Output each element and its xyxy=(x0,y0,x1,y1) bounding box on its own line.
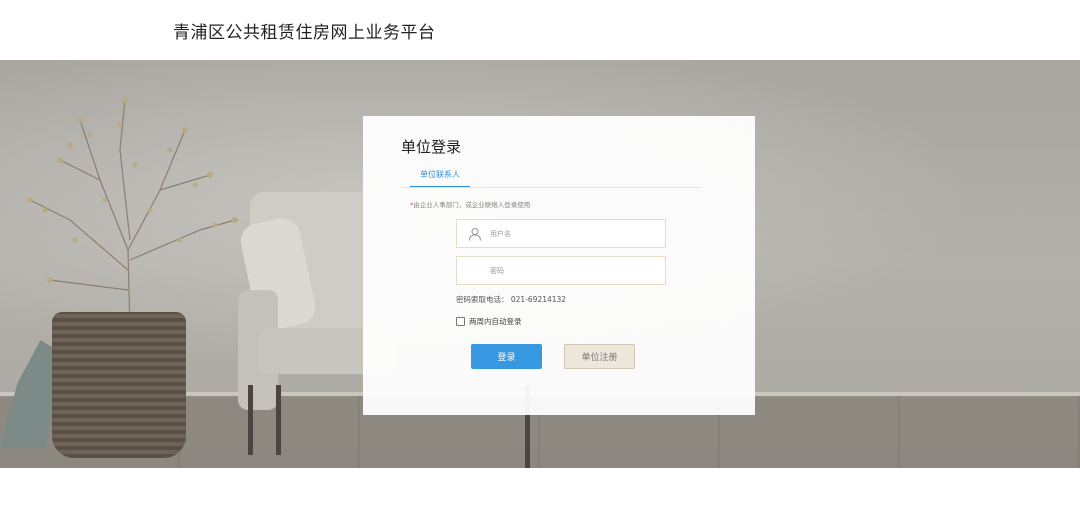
site-title: 青浦区公共租赁住房网上业务平台 xyxy=(173,23,436,43)
tab-divider xyxy=(401,187,701,188)
password-input[interactable] xyxy=(490,257,660,284)
password-field[interactable] xyxy=(456,256,666,285)
remember-checkbox[interactable] xyxy=(456,317,465,326)
notice-text: 由企业人事部门，或企业联络人登录使用 xyxy=(413,201,531,209)
armchair-leg xyxy=(248,385,253,455)
password-recovery-phone: 密码索取电话： 021-69214132 xyxy=(456,295,567,304)
login-card: 单位登录 单位联系人 *由企业人事部门，或企业联络人登录使用 密码索取电话： 0… xyxy=(363,116,755,415)
login-notice: *由企业人事部门，或企业联络人登录使用 xyxy=(410,199,530,209)
register-button[interactable]: 单位注册 xyxy=(564,344,635,369)
username-field[interactable] xyxy=(456,219,666,248)
login-button[interactable]: 登录 xyxy=(471,344,542,369)
armchair-leg xyxy=(276,385,281,455)
remember-label: 两周内自动登录 xyxy=(469,317,522,326)
basket-decoration xyxy=(52,312,186,458)
dried-plant-decoration xyxy=(27,97,238,330)
remember-login[interactable]: 两周内自动登录 xyxy=(456,316,522,327)
login-title: 单位登录 xyxy=(401,138,462,156)
user-icon xyxy=(468,227,482,241)
tab-unit-contact[interactable]: 单位联系人 xyxy=(410,169,470,188)
top-header: 青浦区公共租赁住房网上业务平台 xyxy=(0,0,1080,60)
username-input[interactable] xyxy=(490,220,660,247)
